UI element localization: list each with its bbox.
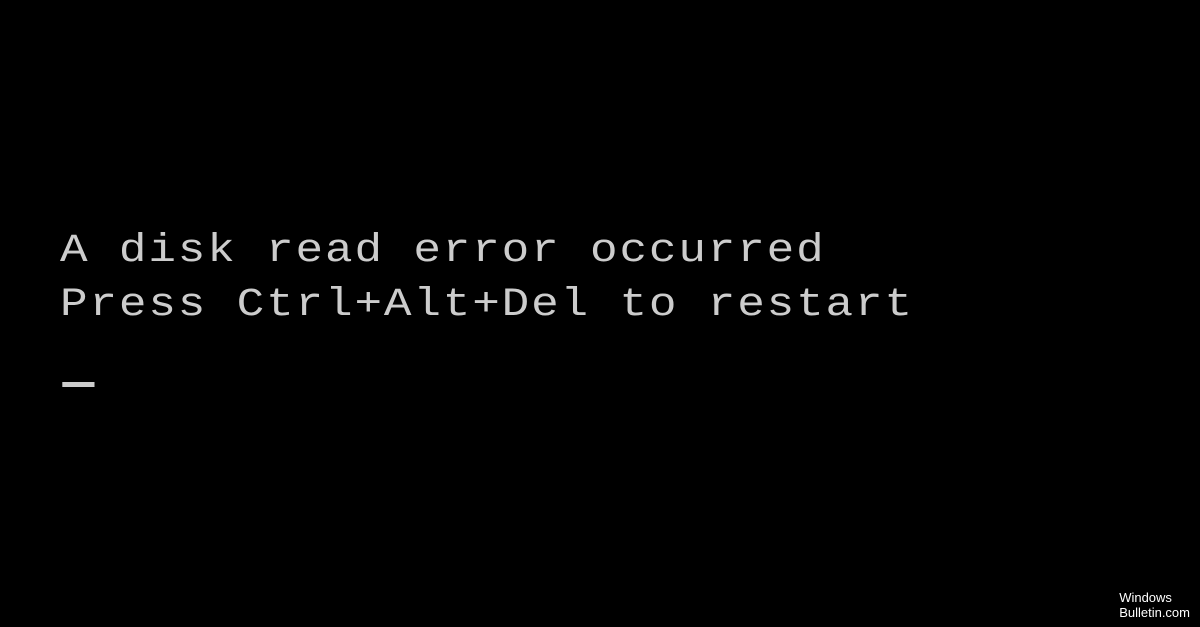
source-watermark: Windows Bulletin.com [1119,591,1190,621]
error-message-line-1: A disk read error occurred [60,225,914,279]
error-message-line-2: Press Ctrl+Alt+Del to restart [60,279,914,333]
watermark-line-1: Windows [1119,591,1190,606]
terminal-cursor [62,382,94,387]
watermark-line-2: Bulletin.com [1119,606,1190,621]
bios-error-screen: A disk read error occurred Press Ctrl+Al… [60,225,914,387]
